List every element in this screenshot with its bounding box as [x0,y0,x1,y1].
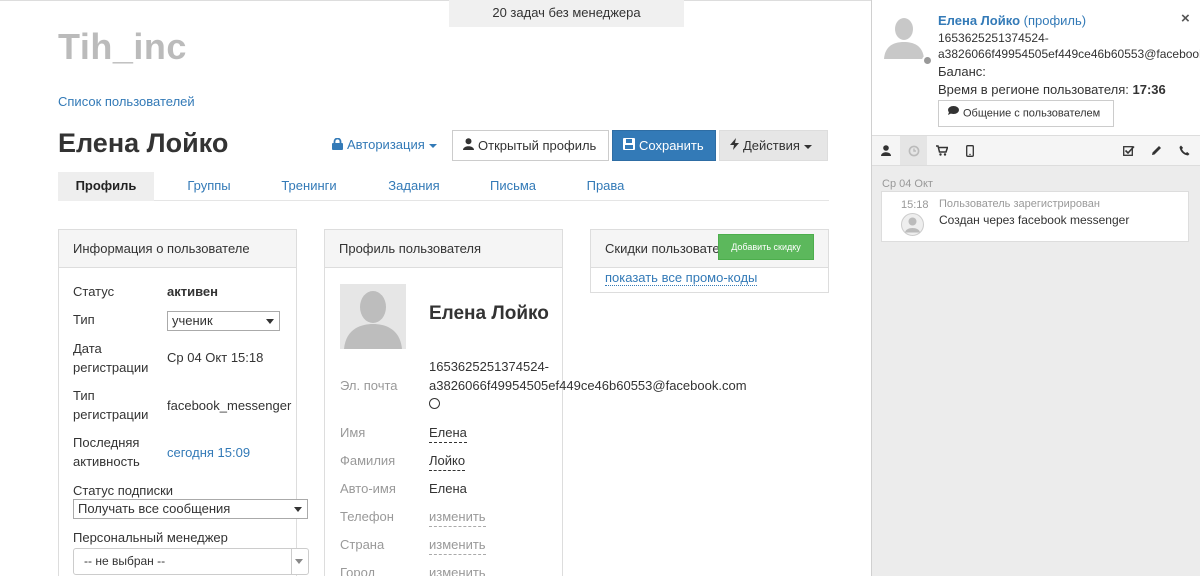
reg-type-label: Тип регистрации [73,388,149,422]
select-divider [291,549,292,574]
reg-date-value: Ср 04 Окт 15:18 [167,350,264,365]
floppy-icon [623,131,635,160]
online-status-dot [922,55,933,66]
last-activity-label: Последняя активность [73,435,140,469]
subscription-select[interactable]: Получать все сообщения [73,499,308,519]
country-edit-link[interactable]: изменить [429,535,486,555]
event-time: 15:18 [901,199,929,211]
sidebar-tabs [872,136,1200,166]
tab-letters[interactable]: Письма [478,172,548,201]
bolt-icon [730,131,739,160]
email-line-2: a3826066f49954505ef449ce46b60553@faceboo… [429,378,747,393]
close-icon[interactable]: × [1181,10,1190,27]
sidebar-time: Время в регионе пользователя: 17:36 [938,82,1166,97]
auto-name-value: Елена [429,481,467,496]
dropdown-arrow-icon [295,559,303,564]
chevron-down-icon [803,144,812,149]
panel-title: Информация о пользователе [59,230,296,268]
open-profile-button[interactable]: Открытый профиль [452,130,609,161]
save-button[interactable]: Сохранить [612,130,716,161]
last-name-value[interactable]: Лойко [429,451,466,471]
last-name-label: Фамилия [340,453,396,468]
mobile-icon[interactable] [956,136,983,165]
auto-name-label: Авто-имя [340,481,396,496]
pencil-icon[interactable] [1143,136,1170,165]
history-icon[interactable] [900,136,927,165]
auth-dropdown[interactable]: Авторизация [332,137,437,152]
checklist-icon[interactable] [1115,136,1142,165]
email-line-1: 1653625251374524- [429,359,550,374]
chat-icon [948,100,959,125]
manager-label: Персональный менеджер [73,530,228,545]
open-profile-label: Открытый профиль [478,138,597,153]
company-name: Tih_inc [58,26,187,67]
first-name-value[interactable]: Елена [429,423,467,443]
page-title: Елена Лойко [58,128,229,158]
sidebar-user-id: 1653625251374524- a3826066f49954505ef449… [938,31,1200,61]
auth-label: Авторизация [347,137,425,152]
tab-trainings[interactable]: Тренинги [267,172,351,201]
event-text: Создан через facebook messenger [939,213,1130,227]
sidebar-user-name[interactable]: Елена Лойко [938,13,1020,28]
user-icon[interactable] [872,136,899,165]
add-discount-button[interactable]: Добавить скидку [718,234,814,260]
subscription-select-value: Получать все сообщения [78,501,231,516]
panel-title: Профиль пользователя [325,230,562,268]
city-label: Город [340,565,376,576]
tab-rights[interactable]: Права [578,172,633,201]
email-label: Эл. почта [340,378,398,393]
sidebar-avatar [882,14,927,59]
phone-edit-link[interactable]: изменить [429,507,486,527]
actions-label: Действия [743,138,800,153]
type-label: Тип [73,312,95,327]
city-edit-link[interactable]: изменить [429,563,486,576]
user-icon [463,131,474,160]
tasks-notice[interactable]: 20 задач без менеджера [449,0,684,27]
manager-select-value: -- не выбран -- [84,554,166,568]
cart-icon[interactable] [928,136,955,165]
profile-tabs: Профиль Группы Тренинги Задания Письма П… [58,172,829,201]
chat-with-user-button[interactable]: Общение с пользователем [938,100,1114,127]
dropdown-arrow-icon [294,507,302,512]
subscription-label: Статус подписки [73,483,174,498]
type-select-value: ученик [172,313,213,328]
event-title: Пользователь зарегистрирован [939,198,1100,210]
show-promo-codes-link[interactable]: показать все промо-коды [605,270,758,286]
top-divider [0,0,871,1]
sidebar-profile-link[interactable]: (профиль) [1024,13,1086,28]
status-value: активен [167,284,218,299]
last-activity-link[interactable]: сегодня 15:09 [167,443,250,462]
tab-groups[interactable]: Группы [169,172,249,201]
email-status-icon[interactable] [429,398,440,409]
event-date-label: Ср 04 Окт [882,178,933,190]
chevron-down-icon [428,143,437,148]
phone-icon[interactable] [1171,136,1198,165]
phone-label: Телефон [340,509,394,524]
event-avatar [901,213,924,236]
save-label: Сохранить [639,138,704,153]
first-name-label: Имя [340,425,366,440]
country-label: Страна [340,537,385,552]
tab-tasks[interactable]: Задания [375,172,453,201]
sidebar-balance: Баланс: [938,64,986,79]
users-list-link[interactable]: Список пользователей [58,94,195,109]
avatar [340,284,406,349]
type-select[interactable]: ученик [167,311,280,331]
actions-dropdown-button[interactable]: Действия [719,130,828,161]
tab-profile[interactable]: Профиль [58,172,154,201]
dropdown-arrow-icon [266,319,274,324]
reg-date-label: Дата регистрации [73,341,149,375]
lock-icon [332,137,343,150]
profile-name: Елена Лойко [429,303,549,324]
manager-select[interactable]: -- не выбран -- [73,548,309,575]
status-label: Статус [73,284,115,299]
sidebar-user-header: Елена Лойко (профиль) [938,12,1086,29]
reg-type-value: facebook_messenger [167,398,292,413]
